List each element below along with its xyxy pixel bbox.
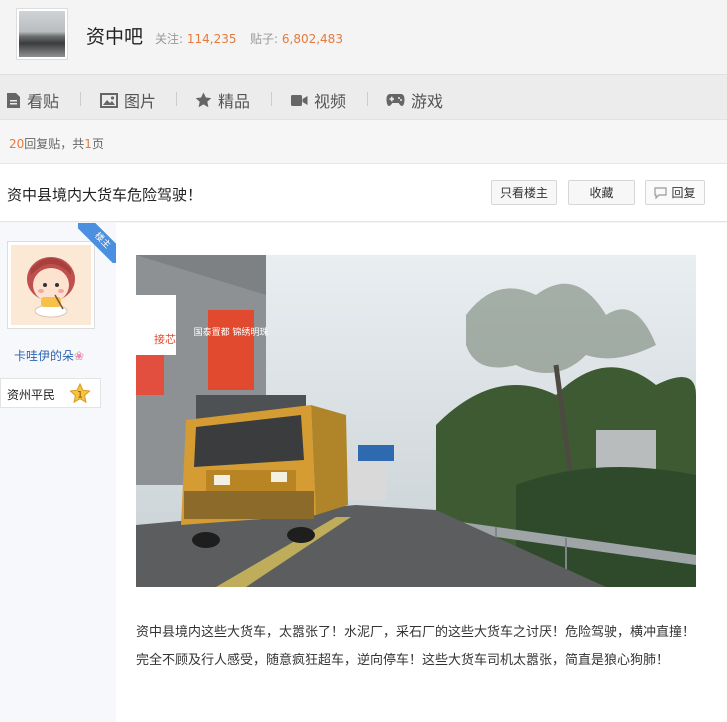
post-title: 资中县境内大货车危险驾驶！ (7, 186, 203, 204)
forum-header: 资中吧 关注: 114,235 贴子: 6,802,483 (0, 0, 727, 74)
author-name[interactable]: 卡哇伊的朵❀ (14, 347, 84, 364)
follow-stat: 关注: 114,235 (155, 32, 237, 46)
svg-text:接芯: 接芯 (154, 332, 176, 346)
post-body: 资中县境内这些大货车，太嚣张了！水泥厂，采石厂的这些大货车之讨厌！危险驾驶，横冲… (136, 625, 696, 668)
tab-posts[interactable]: 看贴 (6, 88, 59, 112)
follow-count: 114,235 (186, 32, 237, 46)
forum-thumbnail[interactable] (16, 8, 68, 60)
tab-video[interactable]: 视频 (290, 88, 346, 112)
forum-name[interactable]: 资中吧 (86, 22, 143, 49)
tab-images[interactable]: 图片 (100, 88, 156, 112)
post-title-bar: 资中县境内大货车危险驾驶！ 只看楼主 收藏 回复 (0, 164, 727, 222)
forum-nav: 看贴 图片 精品 视频 游戏 (0, 74, 727, 120)
flower-icon: ❀ (74, 349, 85, 363)
tab-featured[interactable]: 精品 (195, 88, 250, 112)
reply-info-bar: 20回复贴，共1页 (0, 120, 727, 164)
posts-count: 6,802,483 (281, 32, 343, 46)
post-content: 国泰置都 锦绣明珠 接芯 资中县境内这些大货车，太嚣张了！水泥厂，采石厂的这些大… (116, 223, 727, 722)
video-icon (291, 94, 308, 106)
op-badge: 楼主 (78, 223, 118, 263)
author-level[interactable]: 资州平民 1 (0, 378, 101, 408)
reply-button[interactable]: 回复 (645, 180, 705, 205)
gamepad-icon (386, 94, 405, 106)
posts-stat: 贴子: 6,802,483 (250, 32, 343, 46)
only-op-button[interactable]: 只看楼主 (491, 180, 557, 205)
favorite-button[interactable]: 收藏 (568, 180, 635, 205)
star-icon (195, 92, 212, 108)
level-name: 资州平民 (7, 388, 56, 402)
document-icon (7, 92, 20, 108)
image-icon (100, 92, 118, 108)
svg-text:国泰置都 锦绣明珠: 国泰置都 锦绣明珠 (194, 326, 269, 338)
reply-count-text: 20回复贴，共1页 (9, 137, 104, 151)
level-star-icon: 1 (69, 383, 91, 404)
tab-games[interactable]: 游戏 (386, 88, 443, 112)
comment-icon (654, 186, 668, 199)
svg-text:1: 1 (77, 391, 83, 401)
author-column: 楼主 卡哇伊的朵❀ 资州平民 1 (0, 223, 118, 722)
post-image[interactable]: 国泰置都 锦绣明珠 接芯 (136, 255, 696, 587)
